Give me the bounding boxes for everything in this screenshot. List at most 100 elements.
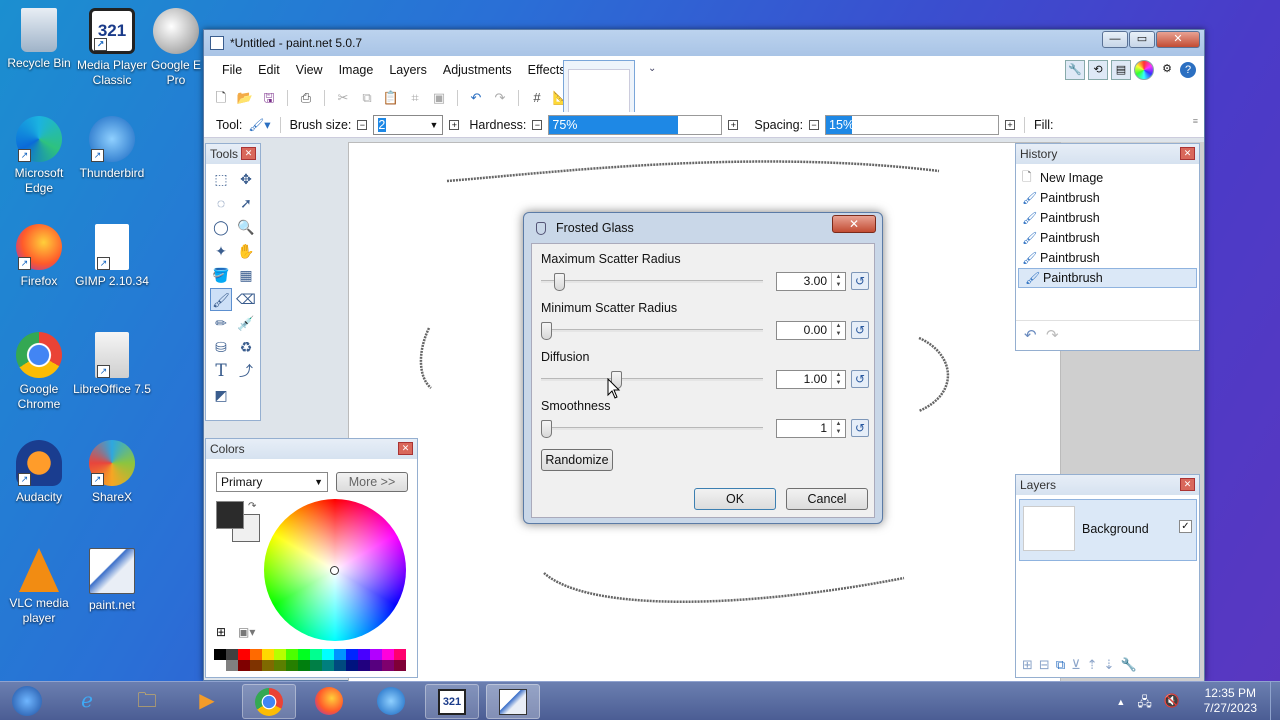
history-item-paintbrush[interactable]: 🖌 Paintbrush bbox=[1016, 248, 1199, 268]
palette-swatch[interactable] bbox=[394, 660, 406, 671]
desktop-icon-edge[interactable]: ↗ Microsoft Edge bbox=[0, 116, 78, 196]
palette-swatch[interactable] bbox=[334, 660, 346, 671]
palette-swatch[interactable] bbox=[370, 649, 382, 660]
shapes-tool-icon[interactable]: ◩ bbox=[210, 384, 232, 407]
gradient-tool-icon[interactable]: ▦ bbox=[235, 264, 257, 287]
desktop-icon-paintnet[interactable]: paint.net bbox=[73, 548, 151, 613]
colors-toggle-icon[interactable] bbox=[1134, 60, 1154, 80]
min-scatter-radius-slider[interactable] bbox=[541, 322, 763, 340]
taskbar-clock[interactable]: 12:35 PM 7/27/2023 bbox=[1204, 686, 1257, 716]
palette-swatch[interactable] bbox=[358, 649, 370, 660]
taskbar-media-player-icon[interactable]: ▶ bbox=[180, 684, 234, 719]
move-layer-up-icon[interactable]: ⇡ bbox=[1087, 657, 1098, 673]
spacing-decrease-button[interactable]: − bbox=[809, 119, 820, 130]
palette-swatch[interactable] bbox=[250, 649, 262, 660]
desktop-icon-gimp[interactable]: ↗ GIMP 2.10.34 bbox=[73, 224, 151, 289]
more-colors-button[interactable]: More >> bbox=[336, 472, 408, 492]
slider-thumb[interactable] bbox=[541, 420, 552, 438]
palette-swatch[interactable] bbox=[250, 660, 262, 671]
text-tool-icon[interactable]: T bbox=[210, 360, 232, 383]
smoothness-input[interactable]: 1 ▲ ▼ bbox=[776, 419, 846, 438]
desktop-icon-chrome[interactable]: Google Chrome bbox=[0, 332, 78, 412]
history-undo-icon[interactable]: ↶ bbox=[1024, 326, 1037, 344]
primary-color-swatch[interactable] bbox=[216, 501, 244, 529]
slider-thumb[interactable] bbox=[553, 273, 565, 291]
close-button[interactable]: ✕ bbox=[1156, 31, 1200, 48]
cut-icon[interactable]: ✂ bbox=[334, 89, 352, 107]
open-file-icon[interactable]: 📂 bbox=[236, 89, 254, 107]
desktop-icon-google-earth-pro[interactable]: Google E Pro bbox=[148, 8, 204, 88]
palette-swatch[interactable] bbox=[382, 649, 394, 660]
deselect-icon[interactable]: ▣ bbox=[430, 89, 448, 107]
tools-panel-close-button[interactable]: ✕ bbox=[241, 147, 256, 160]
desktop-icon-sharex[interactable]: ↗ ShareX bbox=[73, 440, 151, 505]
desktop-icon-recycle-bin[interactable]: Recycle Bin bbox=[0, 8, 78, 71]
brush-size-increase-button[interactable]: + bbox=[449, 119, 460, 130]
desktop-icon-thunderbird[interactable]: ↗ Thunderbird bbox=[73, 116, 151, 181]
layer-row-background[interactable]: Background ✓ bbox=[1019, 499, 1197, 561]
palette-swatch[interactable] bbox=[274, 649, 286, 660]
pan-tool-icon[interactable]: ✋ bbox=[235, 240, 257, 263]
palette-swatch[interactable] bbox=[298, 649, 310, 660]
menu-adjustments[interactable]: Adjustments bbox=[435, 63, 520, 77]
print-icon[interactable]: ⎙ bbox=[297, 89, 315, 107]
palette-swatch[interactable] bbox=[310, 660, 322, 671]
layer-properties-icon[interactable]: 🔧 bbox=[1120, 657, 1136, 673]
recolor-tool-icon[interactable]: ♻ bbox=[235, 336, 257, 359]
color-mode-dropdown[interactable]: Primary ▼ bbox=[216, 472, 328, 492]
palette-swatch[interactable] bbox=[298, 660, 310, 671]
move-layer-down-icon[interactable]: ⇣ bbox=[1104, 657, 1115, 673]
ok-button[interactable]: OK bbox=[694, 488, 776, 510]
tools-toggle-icon[interactable]: 🔧 bbox=[1065, 60, 1085, 80]
reset-max-scatter-radius-icon[interactable]: ↺ bbox=[851, 272, 869, 290]
color-wheel[interactable] bbox=[264, 499, 406, 641]
maximize-button[interactable]: ▭ bbox=[1129, 31, 1155, 48]
menu-view[interactable]: View bbox=[288, 63, 331, 77]
brush-size-decrease-button[interactable]: − bbox=[357, 119, 368, 130]
menu-file[interactable]: File bbox=[214, 63, 250, 77]
diffusion-slider[interactable] bbox=[541, 371, 763, 389]
palette-swatch[interactable] bbox=[394, 649, 406, 660]
reset-smoothness-icon[interactable]: ↺ bbox=[851, 419, 869, 437]
start-button[interactable] bbox=[2, 684, 52, 719]
menu-layers[interactable]: Layers bbox=[381, 63, 435, 77]
palette-swatch[interactable] bbox=[370, 660, 382, 671]
palette-swatch[interactable] bbox=[286, 660, 298, 671]
palette-swatch[interactable] bbox=[238, 660, 250, 671]
new-file-icon[interactable]: 🗋 bbox=[212, 89, 230, 107]
pencil-tool-icon[interactable]: ✏ bbox=[210, 312, 232, 335]
history-item-new-image[interactable]: 🗋 New Image bbox=[1016, 168, 1199, 188]
history-toggle-icon[interactable]: ⟲ bbox=[1088, 60, 1108, 80]
undo-icon[interactable]: ↶ bbox=[467, 89, 485, 107]
max-scatter-radius-slider[interactable] bbox=[541, 273, 763, 291]
layer-visibility-checkbox[interactable]: ✓ bbox=[1179, 520, 1192, 533]
help-icon[interactable]: ? bbox=[1180, 62, 1196, 78]
palette-swatch[interactable] bbox=[322, 649, 334, 660]
colors-panel-close-button[interactable]: ✕ bbox=[398, 442, 413, 455]
spin-buttons[interactable]: ▲ ▼ bbox=[831, 273, 845, 290]
min-scatter-radius-input[interactable]: 0.00 ▲ ▼ bbox=[776, 321, 846, 340]
rectangle-select-tool-icon[interactable]: ⬚ bbox=[210, 168, 232, 191]
grid-icon[interactable]: # bbox=[528, 89, 546, 107]
show-desktop-button[interactable] bbox=[1270, 682, 1280, 720]
smoothness-slider[interactable] bbox=[541, 420, 763, 438]
lasso-select-tool-icon[interactable]: ◌ bbox=[210, 192, 232, 215]
slider-thumb[interactable] bbox=[541, 322, 552, 340]
move-selection-tool-icon[interactable]: ➚ bbox=[235, 192, 257, 215]
palette-menu-icon[interactable]: ▣▾ bbox=[238, 625, 255, 639]
menu-edit[interactable]: Edit bbox=[250, 63, 288, 77]
spacing-increase-button[interactable]: + bbox=[1005, 119, 1016, 130]
palette-swatch[interactable] bbox=[322, 660, 334, 671]
taskbar-firefox-icon[interactable] bbox=[302, 684, 356, 719]
show-hidden-icons-icon[interactable]: ▲ bbox=[1116, 693, 1125, 715]
hardness-slider[interactable]: 75% bbox=[548, 114, 723, 135]
hardness-decrease-button[interactable]: − bbox=[532, 119, 543, 130]
history-item-paintbrush[interactable]: 🖌 Paintbrush bbox=[1016, 228, 1199, 248]
line-curve-tool-icon[interactable]: ⤴ bbox=[235, 360, 257, 383]
eraser-tool-icon[interactable]: ⌫ bbox=[235, 288, 257, 311]
clone-stamp-tool-icon[interactable]: ⛁ bbox=[210, 336, 232, 359]
spin-buttons[interactable]: ▲ ▼ bbox=[831, 371, 845, 388]
toolbar-overflow-icon[interactable]: ≡ bbox=[1193, 116, 1198, 126]
taskbar-chrome-icon[interactable] bbox=[242, 684, 296, 719]
add-color-icon[interactable]: ⊞ bbox=[216, 625, 226, 639]
